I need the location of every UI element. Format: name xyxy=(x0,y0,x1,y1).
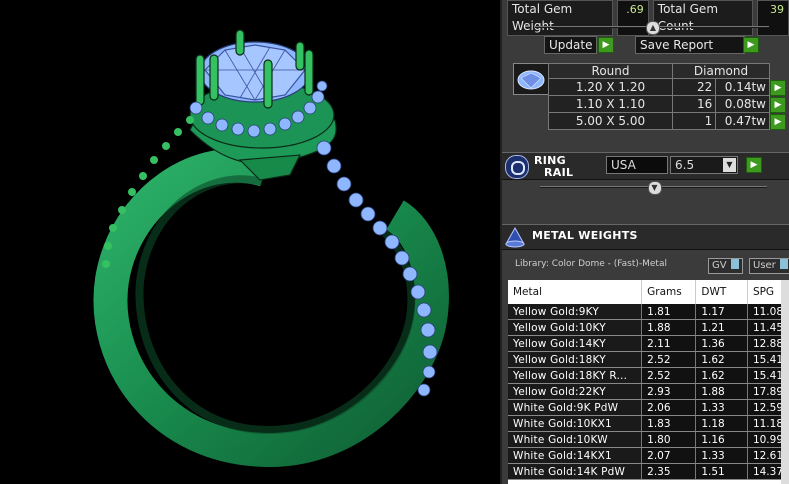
metal-grams: 2.35 xyxy=(641,463,697,480)
chevron-down-icon[interactable]: ▼ xyxy=(723,158,736,172)
gem-size: 5.00 X 5.00 xyxy=(548,112,673,130)
collapse-up-icon[interactable]: ▲ xyxy=(646,21,660,35)
metal-name: Yellow Gold:9KY xyxy=(508,304,643,320)
metal-name: White Gold:10KW xyxy=(508,431,643,448)
gv-toggle-label: GV xyxy=(712,260,727,271)
metal-dwt: 1.21 xyxy=(695,319,748,336)
collapse-down-icon[interactable]: ▼ xyxy=(647,181,662,195)
ring-band xyxy=(93,148,449,468)
metal-dwt: 1.16 xyxy=(695,431,748,448)
table-row: 1.10 X 1.10 16 0.08tw ▶ xyxy=(548,95,787,113)
ring-rail-title-line2: RAIL xyxy=(544,166,574,179)
ring-size-go-icon[interactable]: ▶ xyxy=(746,157,762,173)
ring-region-select[interactable]: USA xyxy=(606,156,668,174)
metal-dwt: 1.51 xyxy=(695,463,748,480)
metal-weights-table: Metal Grams DWT SPG Yellow Gold:9KY 1.81 1… xyxy=(508,280,789,480)
table-row[interactable]: White Gold:10KW 1.80 1.16 10.99 xyxy=(508,431,789,448)
metal-column-header[interactable]: Metal xyxy=(508,280,643,304)
table-row[interactable]: White Gold:14KX1 2.07 1.33 12.61 xyxy=(508,447,789,464)
collapse-divider-mid[interactable]: ▼ xyxy=(540,181,767,195)
gem-weight: 0.08tw xyxy=(715,95,770,113)
3d-viewport[interactable] xyxy=(0,0,500,484)
metal-dwt: 1.17 xyxy=(695,304,748,320)
metal-dwt: 1.62 xyxy=(695,351,748,368)
table-row[interactable]: White Gold:9K PdW 2.06 1.33 12.59 xyxy=(508,399,789,416)
table-row[interactable]: Yellow Gold:18KY 2.52 1.62 15.41 xyxy=(508,351,789,368)
metal-dwt: 1.88 xyxy=(695,383,748,400)
gem-type-header: Diamond xyxy=(672,63,770,79)
metal-dwt: 1.33 xyxy=(695,399,748,416)
metal-dwt: 1.18 xyxy=(695,415,748,432)
table-row[interactable]: White Gold:14K PdW 2.35 1.51 14.37 xyxy=(508,463,789,480)
metal-table-scrollbar[interactable] xyxy=(781,280,789,484)
metal-grams: 1.88 xyxy=(641,319,697,336)
metal-weights-title: METAL WEIGHTS xyxy=(532,229,638,242)
metal-dwt: 1.62 xyxy=(695,367,748,384)
metal-name: Yellow Gold:22KY xyxy=(508,383,643,400)
toggle-indicator-icon xyxy=(730,259,739,269)
gem-summary-table: Round Diamond 1.20 X 1.20 22 0.14tw ▶ 1.… xyxy=(548,63,787,130)
metal-name: White Gold:10KX1 xyxy=(508,415,643,432)
update-go-icon[interactable]: ▶ xyxy=(598,37,614,53)
metal-name: Yellow Gold:18KY xyxy=(508,351,643,368)
metal-weights-bar: METAL WEIGHTS xyxy=(502,224,789,250)
metal-grams: 2.06 xyxy=(641,399,697,416)
table-row[interactable]: White Gold:10KX1 1.83 1.18 11.18 xyxy=(508,415,789,432)
gem-count: 1 xyxy=(671,112,717,130)
gem-thumbnail-icon[interactable] xyxy=(513,63,549,95)
metal-grams: 1.80 xyxy=(641,431,697,448)
toggle-indicator-icon xyxy=(779,259,788,269)
metal-grams: 2.52 xyxy=(641,367,697,384)
gem-row-go-icon[interactable]: ▶ xyxy=(770,79,786,96)
table-row: 1.20 X 1.20 22 0.14tw ▶ xyxy=(548,78,787,96)
metal-grams: 2.93 xyxy=(641,383,697,400)
gem-weight: 0.47tw xyxy=(715,112,770,130)
grams-column-header[interactable]: Grams xyxy=(641,280,697,304)
metal-weights-icon[interactable] xyxy=(504,226,526,248)
table-row: 5.00 X 5.00 1 0.47tw ▶ xyxy=(548,112,787,130)
gem-row-go-icon[interactable]: ▶ xyxy=(770,96,786,113)
user-toggle[interactable]: User xyxy=(749,258,789,274)
metal-name: Yellow Gold:10KY xyxy=(508,319,643,336)
save-report-button[interactable]: Save Report xyxy=(635,36,745,54)
metal-name: Yellow Gold:14KY xyxy=(508,335,643,352)
ring-model xyxy=(93,29,449,468)
metal-name: White Gold:9K PdW xyxy=(508,399,643,416)
table-row[interactable]: Yellow Gold:22KY 2.93 1.88 17.89 xyxy=(508,383,789,400)
metal-dwt: 1.36 xyxy=(695,335,748,352)
metal-grams: 2.07 xyxy=(641,447,697,464)
ring-size-value: 6.5 xyxy=(675,158,695,172)
metal-library-label: Library: Color Dome - (Fast)-Metal xyxy=(515,259,667,269)
metal-grams: 1.81 xyxy=(641,304,697,320)
table-row[interactable]: Yellow Gold:18KY R... 2.52 1.62 15.41 xyxy=(508,367,789,384)
metal-dwt: 1.33 xyxy=(695,447,748,464)
metal-name: White Gold:14K PdW xyxy=(508,463,643,480)
ring-size-select[interactable]: 6.5 ▼ xyxy=(670,156,738,174)
save-report-go-icon[interactable]: ▶ xyxy=(743,37,759,53)
metal-grams: 2.11 xyxy=(641,335,697,352)
metal-weights-table-container[interactable]: Metal Grams DWT SPG Yellow Gold:9KY 1.81 1… xyxy=(508,280,789,484)
gem-count: 22 xyxy=(671,78,717,96)
metal-grams: 2.52 xyxy=(641,351,697,368)
gem-count: 16 xyxy=(671,95,717,113)
gem-weight: 0.14tw xyxy=(715,78,770,96)
table-row[interactable]: Yellow Gold:9KY 1.81 1.17 11.08 xyxy=(508,304,789,320)
user-toggle-label: User xyxy=(753,260,776,271)
metal-name: White Gold:14KX1 xyxy=(508,447,643,464)
table-row[interactable]: Yellow Gold:10KY 1.88 1.21 11.45 xyxy=(508,319,789,336)
update-button[interactable]: Update xyxy=(544,36,598,54)
ring-rail-icon[interactable] xyxy=(505,155,529,179)
gem-size: 1.20 X 1.20 xyxy=(548,78,673,96)
table-row[interactable]: Yellow Gold:14KY 2.11 1.36 12.88 xyxy=(508,335,789,352)
metal-grams: 1.83 xyxy=(641,415,697,432)
gem-size: 1.10 X 1.10 xyxy=(548,95,673,113)
gv-toggle[interactable]: GV xyxy=(708,258,743,274)
collapse-divider-top[interactable]: ▲ xyxy=(535,21,769,35)
dwt-column-header[interactable]: DWT xyxy=(695,280,748,304)
gem-shape-header: Round xyxy=(548,63,673,79)
metal-name: Yellow Gold:18KY R... xyxy=(508,367,643,384)
gem-row-go-icon[interactable]: ▶ xyxy=(770,113,786,130)
